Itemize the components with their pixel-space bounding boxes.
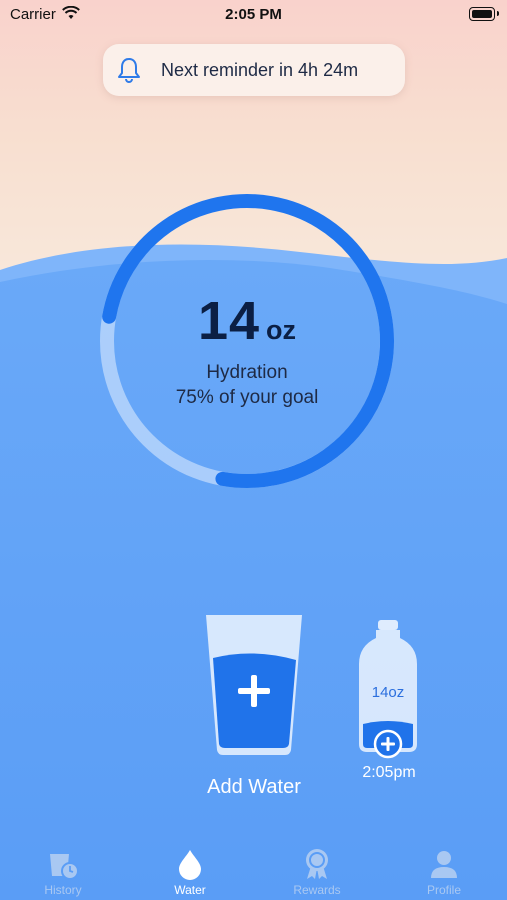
- tab-history[interactable]: History: [0, 838, 126, 900]
- reminder-banner[interactable]: Next reminder in 4h 24m: [103, 44, 405, 96]
- battery-icon: [469, 7, 499, 21]
- tab-bar: History Water Rewards Profile: [0, 838, 507, 900]
- plus-icon: [373, 729, 403, 759]
- hydration-amount: 14 oz: [92, 290, 402, 352]
- status-bar: Carrier 2:05 PM: [0, 0, 507, 30]
- status-time: 2:05 PM: [225, 6, 282, 23]
- bottle-time: 2:05pm: [362, 764, 416, 781]
- tab-rewards-label: Rewards: [293, 883, 341, 897]
- tab-profile-label: Profile: [426, 883, 461, 897]
- tab-profile[interactable]: Profile: [381, 838, 507, 900]
- add-water-button[interactable]: [203, 612, 305, 758]
- rewards-icon: [306, 849, 328, 879]
- add-water-label: Add Water: [207, 776, 301, 798]
- tab-water-label: Water: [174, 883, 206, 897]
- hydration-amount-value: 14: [197, 291, 261, 351]
- hydration-amount-unit: oz: [266, 315, 297, 345]
- bell-icon: [118, 58, 140, 83]
- profile-icon: [431, 851, 457, 878]
- water-drop-icon: [179, 850, 201, 880]
- tab-water[interactable]: Water: [127, 838, 253, 900]
- bottle-amount: 14oz: [371, 684, 405, 701]
- hydration-info: Hydration 75% of your goal: [92, 360, 402, 410]
- hydration-label: Hydration: [206, 362, 288, 383]
- tab-rewards[interactable]: Rewards: [254, 838, 380, 900]
- hydration-goal-text: 75% of your goal: [175, 387, 319, 408]
- reminder-text: Next reminder in 4h 24m: [161, 59, 359, 80]
- tab-history-label: History: [44, 883, 82, 897]
- history-icon: [50, 854, 79, 880]
